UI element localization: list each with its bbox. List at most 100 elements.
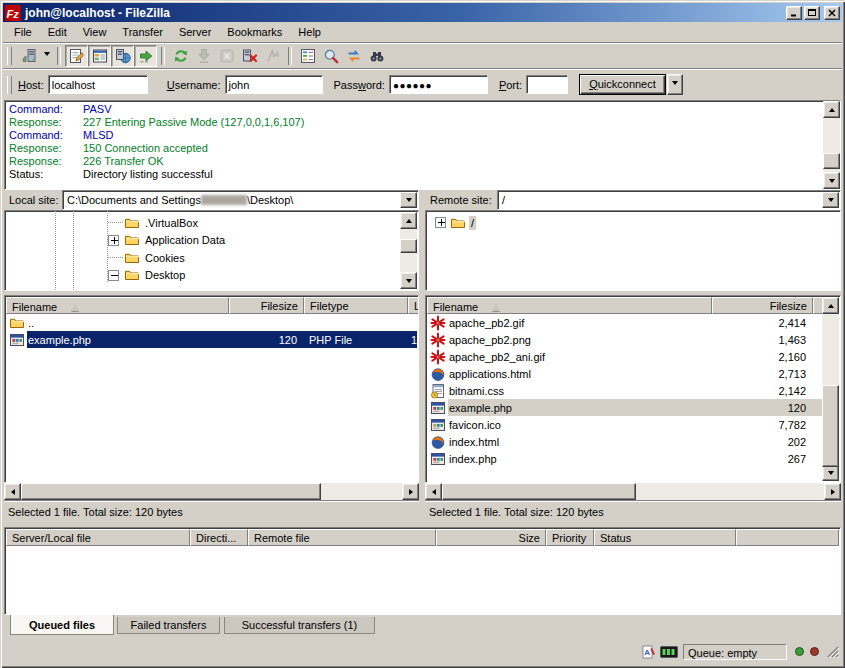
tree-line [55,211,56,290]
file-row[interactable]: apache_pb2_ani.gif2,160 [427,348,839,365]
compare-button[interactable] [319,45,342,67]
file-row[interactable]: apache_pb2.png1,463 [427,331,839,348]
menu-edit[interactable]: Edit [40,24,75,40]
column-header-filler[interactable] [736,529,839,546]
toggle-local-tree-button[interactable] [88,45,111,67]
local-site-combobox[interactable]: C:\Documents and Settings\Desktop\ [62,190,419,210]
svg-text:Fz: Fz [7,7,20,19]
scroll-thumb[interactable] [21,483,321,500]
scroll-right-button[interactable] [402,483,419,500]
tree-item[interactable]: Desktop [108,267,187,284]
tree-expander-plus[interactable] [108,235,119,246]
transfer-type-icon[interactable]: A [642,645,656,659]
column-header-filetype[interactable]: Filetype [304,297,408,314]
menu-server[interactable]: Server [171,24,219,40]
minimize-button[interactable] [786,6,802,20]
reconnect-button[interactable] [261,45,284,67]
remote-vscrollbar[interactable] [822,297,839,481]
file-row[interactable]: example.php120 [427,399,839,416]
tree-item[interactable]: Application Data [108,232,227,249]
remote-hscrollbar[interactable] [425,483,841,500]
column-header-status[interactable]: Status [594,529,736,546]
local-site-combo-arrow[interactable] [400,192,417,208]
log-scrollbar[interactable] [823,101,840,189]
column-header-priority[interactable]: Priority [546,529,594,546]
password-input[interactable]: ●●●●●● [389,75,488,94]
process-queue-button[interactable] [192,45,215,67]
menu-file[interactable]: File [6,24,40,40]
site-manager-button[interactable] [17,45,40,67]
toolbar-grip[interactable] [7,47,12,65]
find-button[interactable] [365,45,388,67]
column-header-directi[interactable]: Directi... [190,529,248,546]
scroll-right-button[interactable] [824,483,841,500]
scroll-down-button[interactable] [400,272,417,289]
toggle-remote-tree-button[interactable] [111,45,134,67]
menu-help[interactable]: Help [290,24,329,40]
file-row[interactable]: applications.html2,713 [427,365,839,382]
resize-grip[interactable] [826,645,839,658]
column-header-size[interactable]: Size [436,529,546,546]
username-input[interactable]: john [225,75,323,94]
file-row[interactable]: .. [6,314,417,331]
refresh-button[interactable] [169,45,192,67]
file-row[interactable]: bitnami.css2,142 [427,382,839,399]
toggle-queue-button[interactable] [134,45,157,67]
site-manager-dropdown[interactable] [40,45,53,67]
tree-item[interactable]: .VirtualBox [108,214,200,231]
tree-expander-plus[interactable] [435,217,446,228]
column-header-l[interactable]: L [408,297,419,314]
sync-browse-button[interactable] [342,45,365,67]
html-file-icon [430,434,446,450]
scroll-down-button[interactable] [823,172,840,189]
host-input[interactable]: localhost [48,75,148,94]
file-row[interactable]: favicon.ico7,782 [427,416,839,433]
menu-view[interactable]: View [75,24,115,40]
column-header-serverlocalfile[interactable]: Server/Local file [6,529,190,546]
tab-failed-transfers[interactable]: Failed transfers [117,617,220,634]
file-size: 7,782 [712,419,813,431]
tree-item[interactable]: Cookies [108,249,187,266]
filter-button[interactable] [296,45,319,67]
column-header-filename[interactable]: Filename [6,297,229,314]
toggle-local-tree-icon [92,48,108,64]
disconnect-button[interactable] [238,45,261,67]
local-tree-scrollbar[interactable] [400,212,417,289]
file-row[interactable]: index.html202 [427,433,839,450]
close-button[interactable] [824,6,840,20]
menu-transfer[interactable]: Transfer [114,24,171,40]
file-row[interactable]: example.php120PHP File1 [6,331,417,348]
scroll-up-button[interactable] [822,297,839,314]
tree-item[interactable]: / [435,214,476,231]
tab-successful-transfers-[interactable]: Successful transfers (1) [224,617,375,634]
apache-file-icon [430,332,446,348]
local-hscrollbar[interactable] [4,483,419,500]
tab-queued-files[interactable]: Queued files [10,615,114,635]
scroll-up-button[interactable] [400,212,417,229]
cancel-button[interactable] [215,45,238,67]
toggle-message-log-button[interactable] [65,45,88,67]
scroll-left-button[interactable] [425,483,442,500]
scroll-thumb[interactable] [822,385,839,467]
menu-bookmarks[interactable]: Bookmarks [219,24,290,40]
maximize-button[interactable] [804,6,820,20]
scroll-thumb[interactable] [400,239,417,253]
column-header-filesize[interactable]: Filesize [712,297,813,314]
remote-site-combo-arrow[interactable] [822,192,839,208]
quickbar-grip[interactable] [7,76,12,94]
column-header-remotefile[interactable]: Remote file [248,529,436,546]
speed-limit-icon[interactable] [660,646,678,658]
column-header-filename[interactable]: Filename [427,297,712,314]
scroll-left-button[interactable] [4,483,21,500]
column-header-filesize[interactable]: Filesize [229,297,304,314]
remote-site-combobox[interactable]: / [497,190,841,210]
tree-expander-minus[interactable] [108,270,119,281]
scroll-thumb[interactable] [442,483,636,500]
quickconnect-button[interactable]: Quickconnect [579,74,666,95]
port-input[interactable] [526,75,568,94]
scroll-up-button[interactable] [823,101,840,118]
file-row[interactable]: index.php267 [427,450,839,467]
file-row[interactable]: apache_pb2.gif2,414 [427,314,839,331]
quickconnect-dropdown[interactable] [667,74,683,95]
scroll-thumb[interactable] [823,153,840,169]
